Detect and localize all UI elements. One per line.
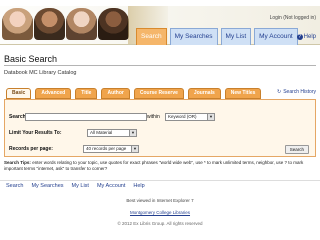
banner-photo [98, 8, 129, 40]
search-type-tabs: Basic Advanced Title Author Course Reser… [6, 88, 262, 99]
search-history-link[interactable]: ↻ Search History [277, 89, 316, 95]
tab-new-titles[interactable]: New Titles [224, 88, 262, 99]
login-status[interactable]: Login (Not logged in) [270, 15, 316, 21]
footer-link-my-account[interactable]: My Account [97, 183, 125, 189]
within-label: within [147, 114, 160, 120]
records-label: Records per page: [9, 146, 53, 152]
tab-my-searches[interactable]: My Searches [169, 28, 218, 45]
tab-my-account[interactable]: My Account [254, 28, 298, 45]
search-history-label: Search History [283, 89, 316, 95]
records-select[interactable]: 40 records per page ▼ [83, 145, 139, 153]
search-form: Search: within Keyword (OR) ▼ Limit Your… [4, 99, 316, 157]
footer-link-my-searches[interactable]: My Searches [31, 183, 63, 189]
header-banner: Search My Searches My List My Account Lo… [0, 6, 320, 45]
copyright: © 2012 Ex Libris Group. All rights reser… [117, 221, 203, 226]
page: Search My Searches My List My Account Lo… [0, 0, 320, 240]
tab-author[interactable]: Author [101, 88, 130, 99]
footer-link-help[interactable]: Help [133, 183, 144, 189]
top-tabs: Search My Searches My List My Account [136, 28, 298, 45]
within-value: Keyword (OR) [168, 114, 197, 119]
chevron-down-icon: ▼ [129, 130, 136, 136]
limit-value: All Material [90, 130, 113, 135]
footer-nav: Search My Searches My List My Account He… [6, 183, 145, 189]
chevron-down-icon: ▼ [207, 114, 214, 120]
tab-course-reserve[interactable]: Course Reserve [133, 88, 184, 99]
limit-label: Limit Your Results To: [9, 130, 62, 136]
search-tips: Search Tips: enter words relating to you… [4, 160, 316, 171]
library-link[interactable]: Montgomery College Libraries [0, 210, 320, 215]
banner-photo [34, 8, 65, 40]
banner-photo [2, 8, 33, 40]
banner-photos [2, 8, 130, 42]
tab-advanced[interactable]: Advanced [35, 88, 72, 99]
tab-basic[interactable]: Basic [6, 88, 32, 99]
help-link[interactable]: ? Help [296, 34, 316, 40]
search-input[interactable] [25, 113, 147, 121]
search-button[interactable]: Search [284, 145, 309, 154]
help-label: Help [303, 34, 316, 40]
banner-photo [66, 8, 97, 40]
tab-my-list[interactable]: My List [220, 28, 252, 45]
browser-note: Best viewed in Internet Explorer 7 [126, 198, 194, 203]
footer-link-my-list[interactable]: My List [72, 183, 89, 189]
chevron-down-icon: ▼ [131, 146, 138, 152]
catalog-label: Databook MC Library Catalog [4, 70, 77, 76]
limit-select[interactable]: All Material ▼ [87, 129, 137, 137]
history-icon: ↻ [277, 89, 282, 95]
records-value: 40 records per page [86, 146, 127, 151]
help-icon: ? [296, 34, 303, 40]
tab-title[interactable]: Title [75, 88, 98, 99]
within-select[interactable]: Keyword (OR) ▼ [165, 113, 215, 121]
title-divider [4, 65, 316, 66]
tab-journals[interactable]: Journals [187, 88, 221, 99]
tab-search[interactable]: Search [136, 28, 167, 45]
page-title: Basic Search [4, 54, 58, 64]
footer-link-search[interactable]: Search [6, 183, 23, 189]
search-tips-label: Search Tips: [4, 160, 31, 165]
search-tips-text: enter words relating to your topic, use … [4, 160, 304, 171]
